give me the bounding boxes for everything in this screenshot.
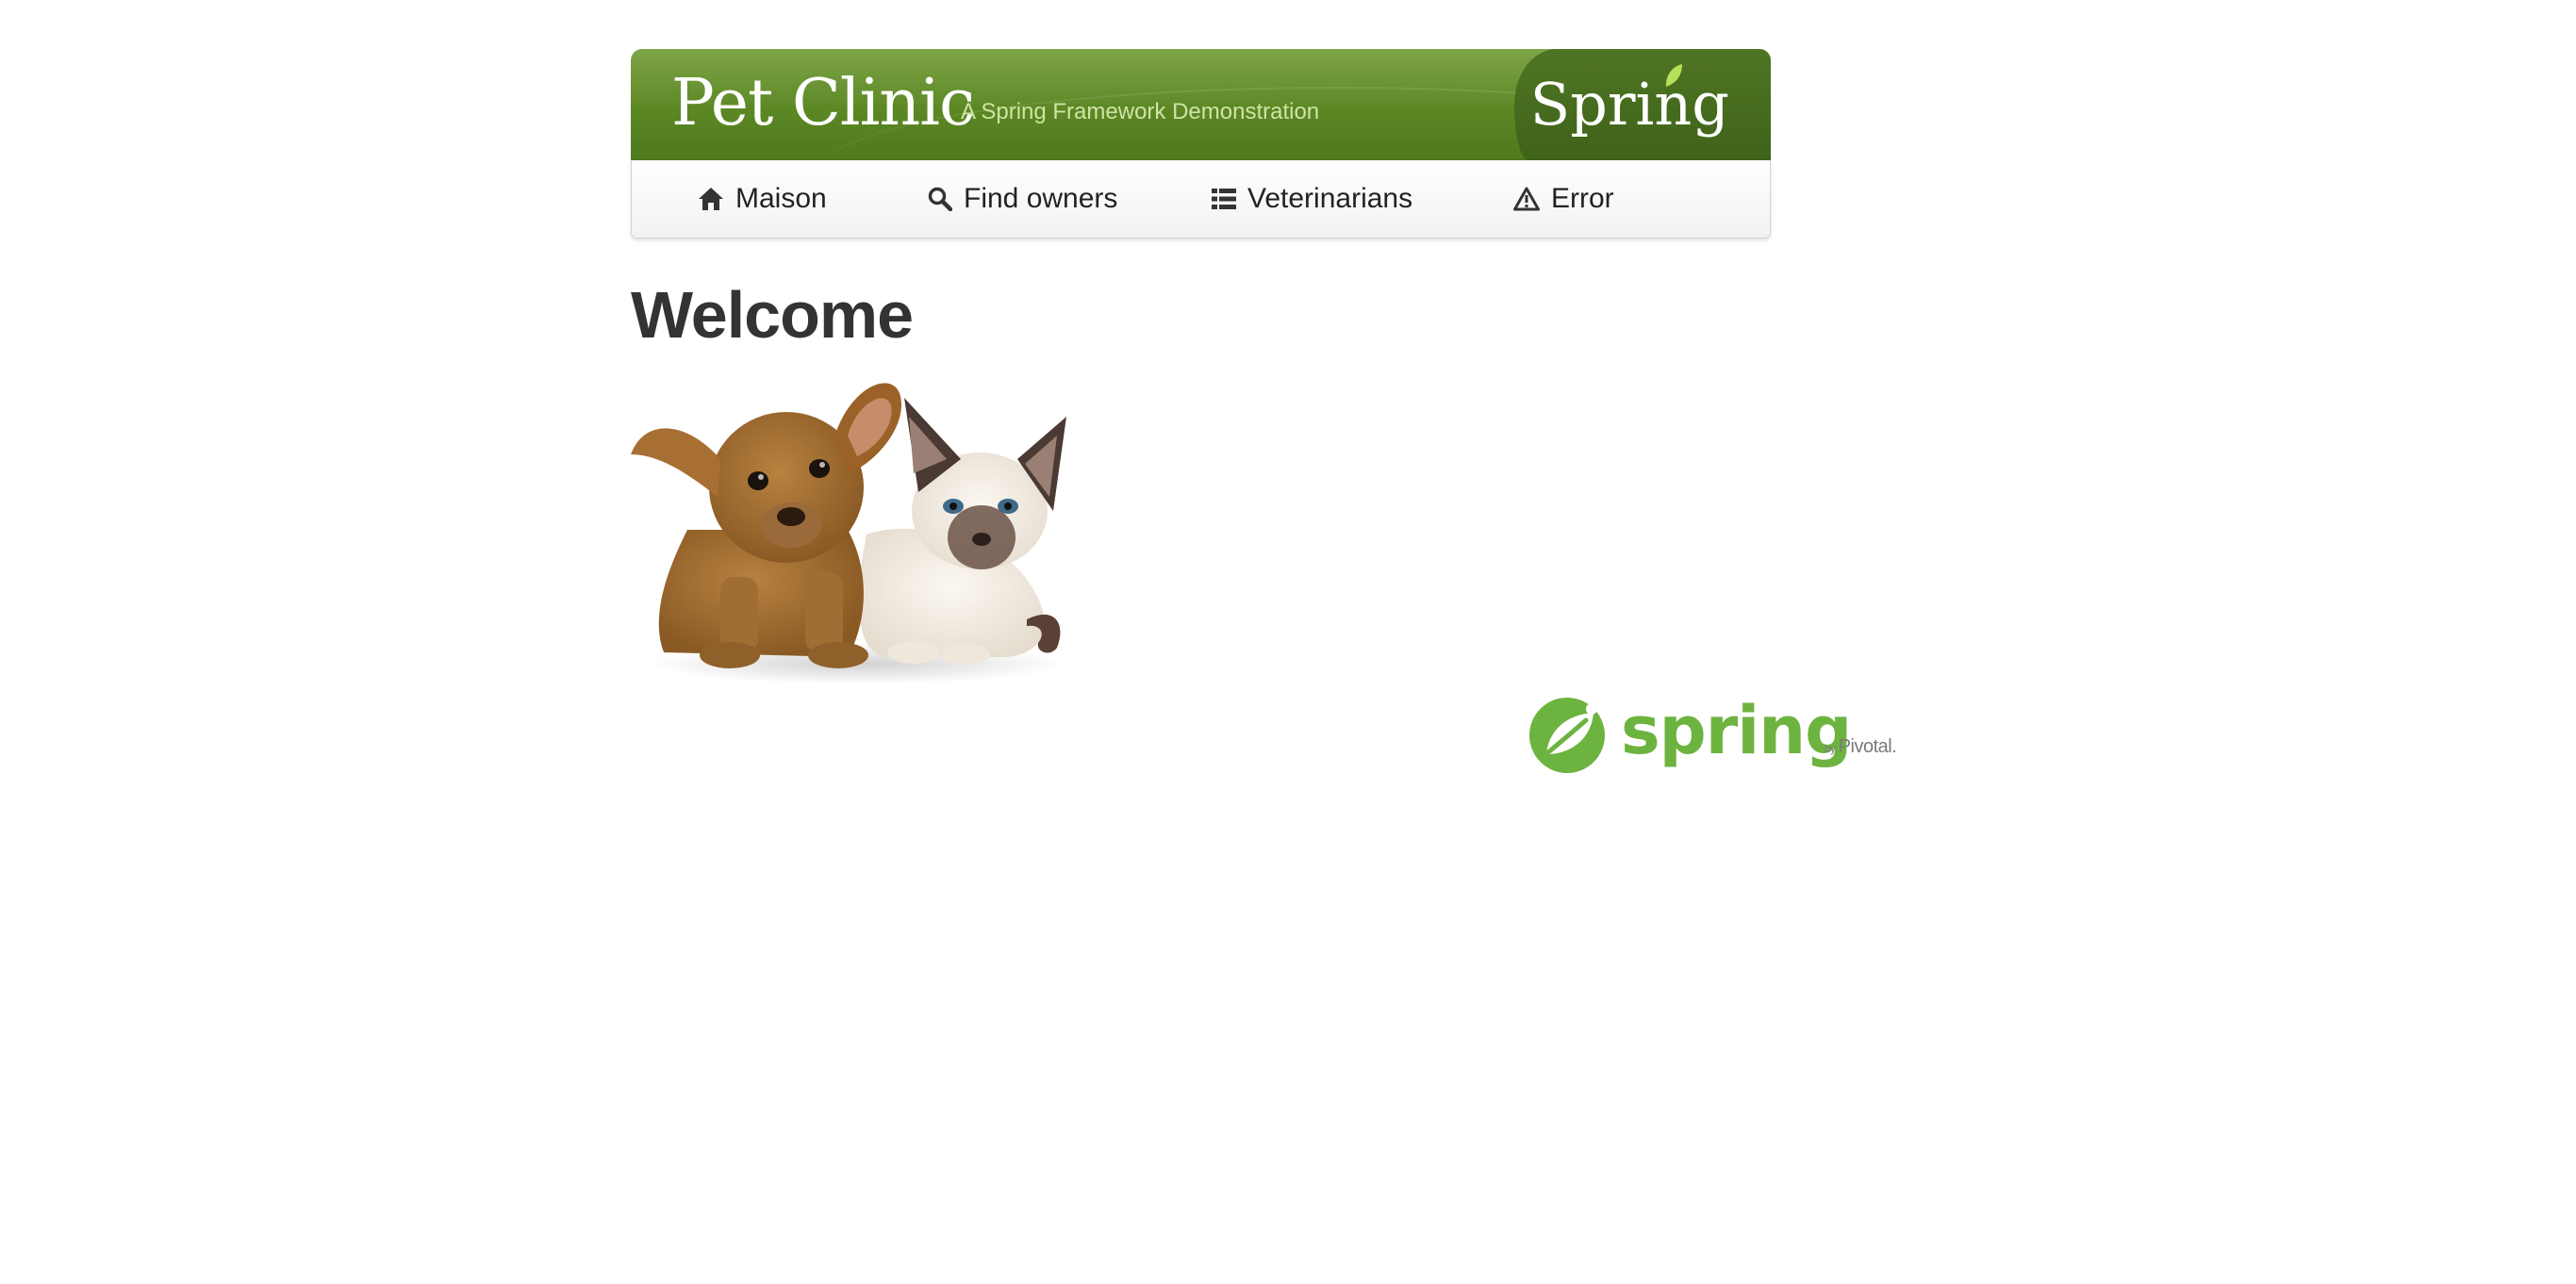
nav-item-home[interactable]: Maison xyxy=(698,160,827,238)
nav-item-label: Maison xyxy=(735,183,827,214)
nav-item-label: Find owners xyxy=(964,183,1118,214)
page: Pet Clinic A Spring Framework Demonstrat… xyxy=(0,0,2576,1284)
nav-item-find-owners[interactable]: Find owners xyxy=(928,160,1117,238)
brand-tagline: A Spring Framework Demonstration xyxy=(961,99,1320,124)
warning-icon xyxy=(1513,187,1540,211)
home-icon xyxy=(699,188,723,210)
nav-item-label: Veterinarians xyxy=(1247,183,1413,214)
nav-item-label: Error xyxy=(1551,183,1614,214)
nav-item-veterinarians[interactable]: Veterinarians xyxy=(1212,160,1412,238)
main-navbar: Maison Find owners Veterinarians Error xyxy=(631,160,1771,239)
spring-banner-logo: Spring xyxy=(1529,70,1729,139)
list-icon xyxy=(1212,189,1236,209)
page-title: Welcome xyxy=(631,278,914,352)
header-banner: Pet Clinic A Spring Framework Demonstrat… xyxy=(631,49,1771,160)
spring-wordmark: spring xyxy=(1621,692,1852,769)
brand-title[interactable]: Pet Clinic xyxy=(671,66,975,140)
nav-item-error[interactable]: Error xyxy=(1513,160,1614,238)
spring-by-pivotal-logo: spring by Pivotal. xyxy=(1527,692,1905,775)
search-icon xyxy=(928,187,952,211)
pivotal-label: by Pivotal. xyxy=(1825,736,1897,757)
pets-image xyxy=(631,383,1066,684)
spring-leaf-icon xyxy=(1529,698,1605,773)
